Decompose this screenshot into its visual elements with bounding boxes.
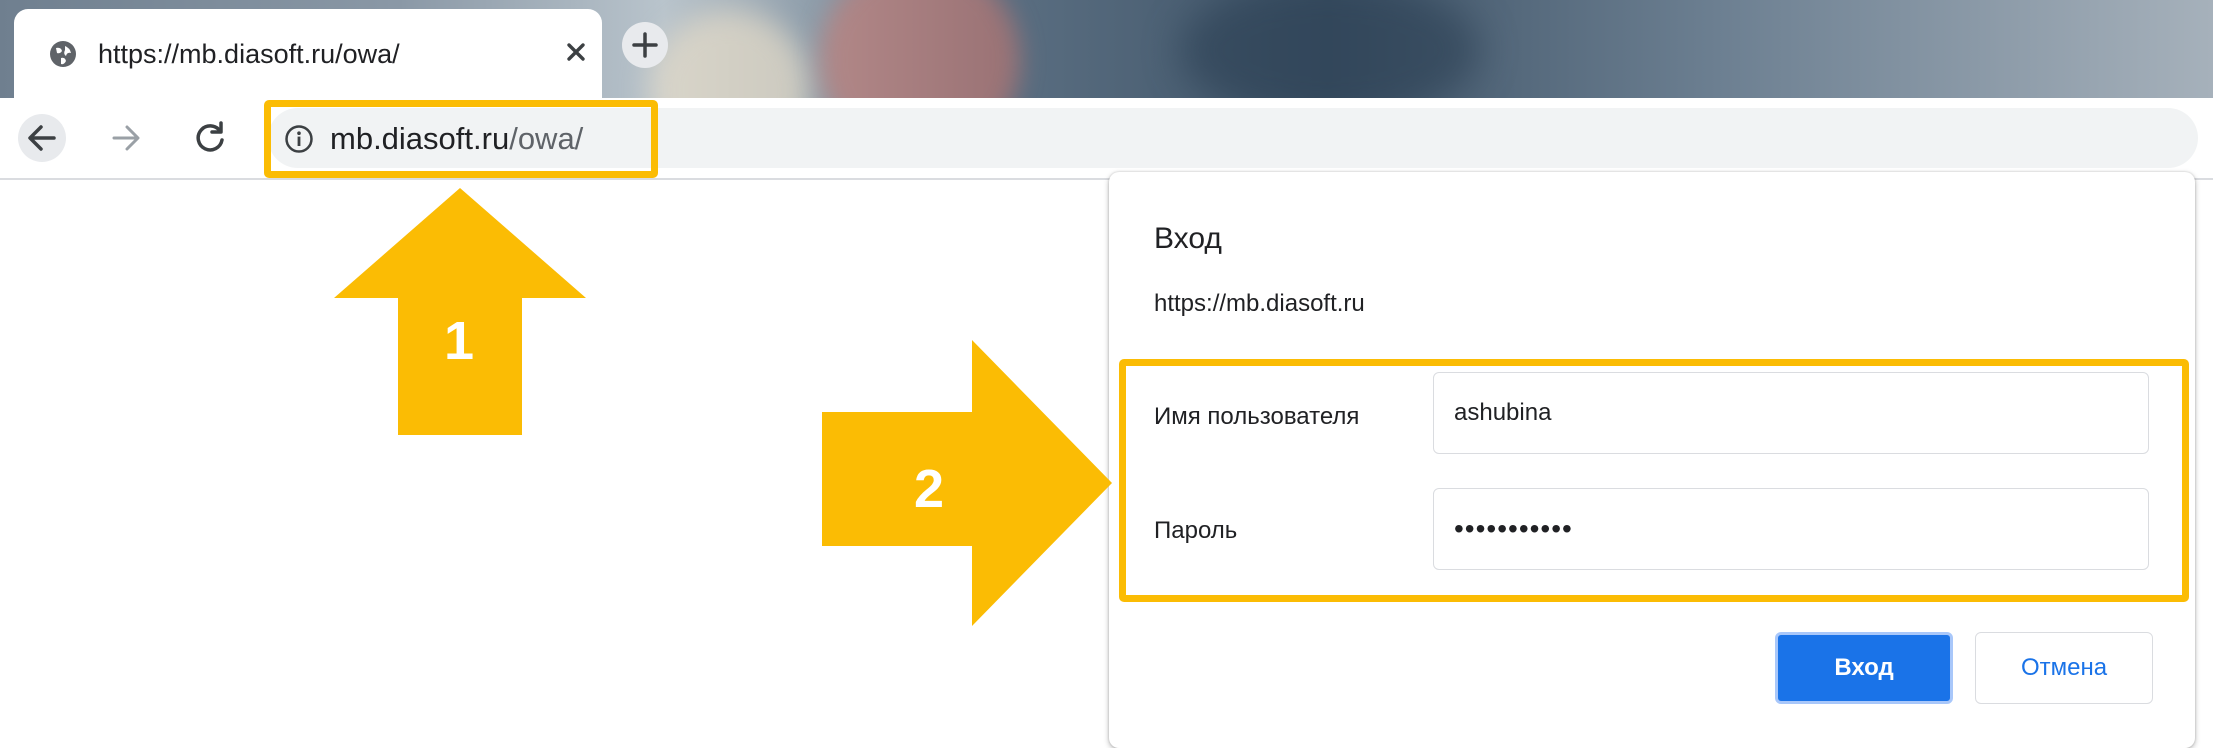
dialog-origin: https://mb.diasoft.ru — [1154, 290, 1365, 317]
tab-strip: https://mb.diasoft.ru/owa/ — [0, 0, 2213, 98]
background-decoration — [650, 10, 810, 98]
arrow-2-number: 2 — [914, 459, 945, 519]
close-icon[interactable] — [559, 35, 593, 69]
new-tab-button[interactable] — [622, 22, 668, 68]
reload-button[interactable] — [186, 114, 234, 162]
background-decoration — [820, 0, 1020, 98]
cancel-button[interactable]: Отмена — [1975, 632, 2153, 704]
dialog-title: Вход — [1154, 222, 1222, 255]
tab-title: https://mb.diasoft.ru/owa/ — [98, 39, 400, 69]
arrow-left-icon — [28, 125, 56, 151]
back-button[interactable] — [18, 114, 66, 162]
arrow-right-icon — [822, 340, 1112, 626]
highlight-credentials — [1119, 359, 2189, 602]
login-button[interactable]: Вход — [1775, 632, 1953, 704]
arrow-right-icon — [112, 125, 140, 151]
reload-icon — [196, 121, 224, 152]
arrow-1-number: 1 — [444, 311, 475, 371]
plus-icon — [632, 32, 658, 58]
background-decoration — [1180, 0, 1480, 98]
highlight-address-bar — [264, 100, 658, 178]
forward-button[interactable] — [102, 114, 150, 162]
globe-icon — [50, 41, 76, 67]
browser-tab[interactable]: https://mb.diasoft.ru/owa/ — [14, 9, 602, 98]
